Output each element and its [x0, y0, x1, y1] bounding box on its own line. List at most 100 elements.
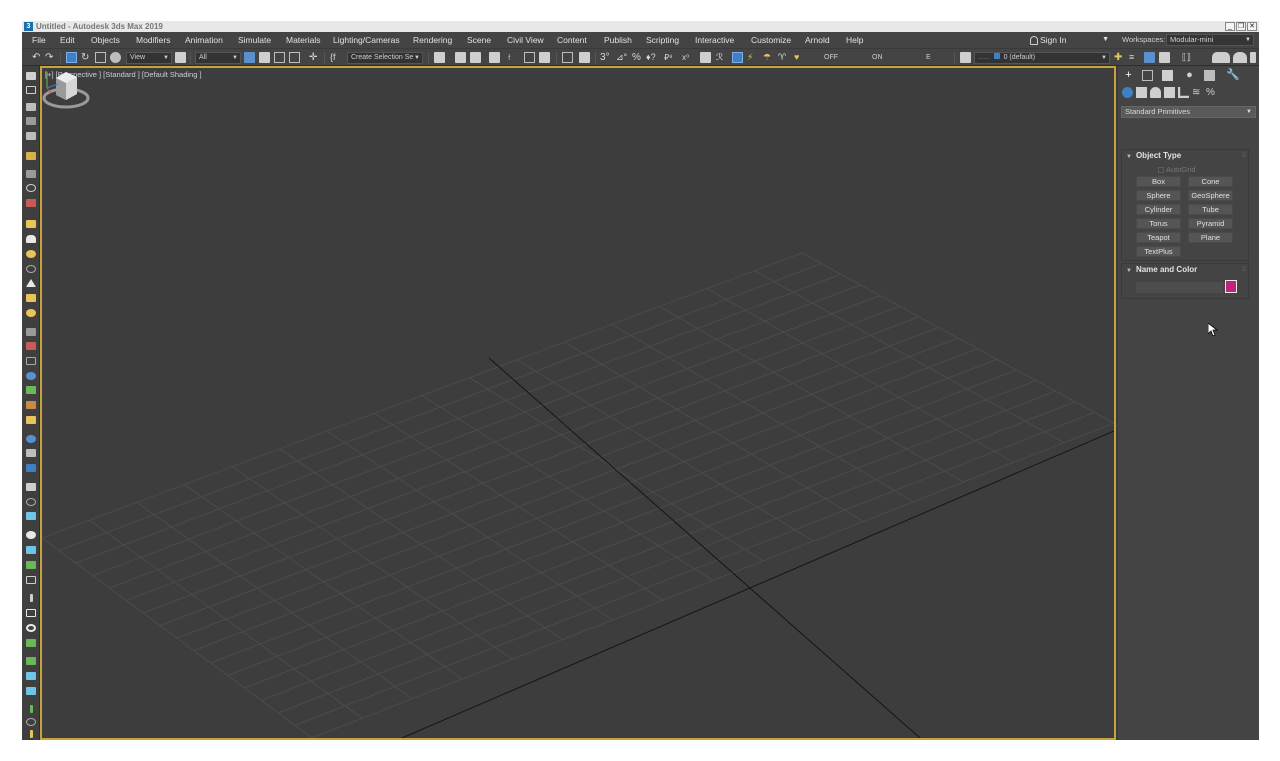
viewport-icon[interactable] [26, 464, 36, 472]
menu-animation[interactable]: Animation [185, 32, 223, 48]
select-move-icon[interactable] [66, 52, 77, 63]
object-type-header[interactable]: ▼ Object Type ⁞⁞ [1122, 150, 1250, 162]
layer-explorer-icon[interactable] [455, 52, 466, 63]
cone-button[interactable]: Cone [1188, 176, 1233, 187]
autogrid-checkbox[interactable]: AutoGrid [1158, 165, 1196, 174]
path-icon[interactable] [26, 546, 36, 554]
e-label[interactable]: E [926, 52, 931, 64]
scene-list-icon[interactable] [26, 103, 36, 111]
dot-icon[interactable] [26, 531, 36, 539]
layer-manager-icon[interactable] [960, 52, 971, 63]
wave-icon[interactable] [26, 672, 36, 680]
shapes-icon[interactable] [1136, 87, 1147, 98]
light-line-icon[interactable] [30, 730, 33, 738]
reference-coordinate-dropdown[interactable]: View ▼ [126, 52, 172, 64]
light-icon[interactable] [26, 294, 36, 302]
display-tab-icon[interactable] [1204, 70, 1215, 81]
menu-customize[interactable]: Customize [751, 32, 791, 48]
line-icon[interactable] [30, 594, 33, 602]
lightning-icon[interactable]: ⚡ [747, 51, 753, 64]
cloud-icon[interactable] [26, 718, 36, 726]
create-selection-set-dropdown[interactable]: Create Selection Se ▼ [347, 52, 423, 64]
edit-named-selection-icon[interactable]: ₽⁸ [664, 51, 672, 64]
systems-icon[interactable]: % [1206, 87, 1217, 98]
create-layer-icon[interactable]: ✚ [1114, 51, 1122, 64]
viewport-layout-alt-icon[interactable] [1233, 52, 1247, 63]
isolate-icon[interactable] [26, 170, 36, 178]
create-tab-icon[interactable]: + [1123, 70, 1134, 81]
menu-edit[interactable]: Edit [60, 32, 75, 48]
menu-scripting[interactable]: Scripting [646, 32, 679, 48]
viewport-layout-more-icon[interactable] [1250, 52, 1256, 63]
motion-tab-icon[interactable]: ● [1184, 70, 1195, 81]
undo-icon[interactable]: ↶ [32, 51, 40, 64]
foliage-icon[interactable] [26, 386, 36, 394]
teapot-icon[interactable] [26, 235, 36, 243]
redo-icon[interactable]: ↷ [45, 51, 53, 64]
camera-icon[interactable] [26, 435, 36, 443]
tube-button[interactable]: Tube [1188, 204, 1233, 215]
menu-publish[interactable]: Publish [604, 32, 632, 48]
workspace-dropdown[interactable]: Modular-mini ▼ [1166, 34, 1254, 46]
curve-icon[interactable] [26, 639, 36, 647]
minimize-button[interactable]: _ [1225, 22, 1235, 31]
viewport-layout-icon[interactable] [1212, 52, 1230, 63]
menu-civil-view[interactable]: Civil View [507, 32, 544, 48]
toggle-ribbon-icon[interactable] [470, 52, 481, 63]
helper-icon[interactable] [26, 416, 36, 424]
selection-filter-dropdown[interactable]: All ▼ [195, 52, 241, 64]
hierarchy-tab-icon[interactable] [1162, 70, 1173, 81]
spacewarp-icon[interactable] [26, 328, 36, 336]
render-icon[interactable]: ☂ [763, 51, 771, 64]
box-icon[interactable] [26, 609, 36, 617]
folder-icon[interactable] [26, 220, 36, 228]
align-icon[interactable] [524, 52, 535, 63]
shape-icon[interactable] [26, 561, 36, 569]
scene-explorer-icon[interactable] [434, 52, 445, 63]
perspective-viewport[interactable]: [+] [Perspective ] [Standard ] [Default … [40, 66, 1116, 740]
help-icon[interactable] [26, 498, 36, 506]
select-place-icon[interactable] [110, 52, 121, 63]
window-crossing-icon[interactable] [289, 52, 300, 63]
cameras-icon[interactable] [1164, 87, 1175, 98]
pin-icon[interactable] [26, 512, 36, 520]
menu-materials[interactable]: Materials [286, 32, 320, 48]
menu-objects[interactable]: Objects [91, 32, 120, 48]
magnet-icon[interactable] [732, 52, 743, 63]
snap-off-label[interactable]: OFF [824, 52, 838, 64]
close-button[interactable]: ✕ [1247, 22, 1257, 31]
pyramid-button[interactable]: Pyramid [1188, 218, 1233, 229]
snap-on-label[interactable]: ON [872, 52, 883, 64]
deformer-icon[interactable] [26, 401, 36, 409]
category-dropdown[interactable]: Standard Primitives ▼ [1121, 106, 1256, 118]
utilities-tab-icon[interactable]: 🔧 [1226, 70, 1240, 81]
plane-button[interactable]: Plane [1188, 232, 1233, 243]
hide-icon[interactable] [26, 199, 36, 207]
menu-arnold[interactable]: Arnold [805, 32, 830, 48]
wire-icon[interactable] [26, 687, 36, 695]
menu-rendering[interactable]: Rendering [413, 32, 452, 48]
mirror-snap-icon[interactable]: x⁰ [682, 51, 689, 64]
material-editor-icon[interactable] [562, 52, 573, 63]
render-setup-icon[interactable] [579, 52, 590, 63]
spacewarps-icon[interactable]: ≋ [1192, 87, 1203, 98]
axis-icon[interactable] [30, 705, 33, 713]
select-object-icon[interactable] [244, 52, 255, 63]
name-and-color-header[interactable]: ▼ Name and Color ⁞⁞ [1122, 264, 1250, 276]
rectangular-selection-icon[interactable] [274, 52, 285, 63]
omni-light-icon[interactable] [26, 309, 36, 317]
create-selection-icon[interactable] [26, 72, 36, 80]
geometry-icon[interactable] [1122, 87, 1133, 98]
spinner-snap-icon[interactable]: ♦? [646, 51, 656, 64]
menu-content[interactable]: Content [557, 32, 587, 48]
percent-snap-icon[interactable]: % [632, 51, 641, 64]
menu-interactive[interactable]: Interactive [695, 32, 734, 48]
torus-icon[interactable] [26, 265, 36, 273]
cone-icon[interactable] [26, 279, 36, 287]
orbit-icon[interactable] [26, 184, 36, 192]
array-icon[interactable] [700, 52, 711, 63]
snaps-toggle-icon[interactable]: 3° [600, 51, 610, 64]
layer-dropdown[interactable]: ...... 0 (default) ▼ [974, 52, 1110, 64]
menu-help[interactable]: Help [846, 32, 863, 48]
geosphere-button[interactable]: GeoSphere [1188, 190, 1233, 201]
